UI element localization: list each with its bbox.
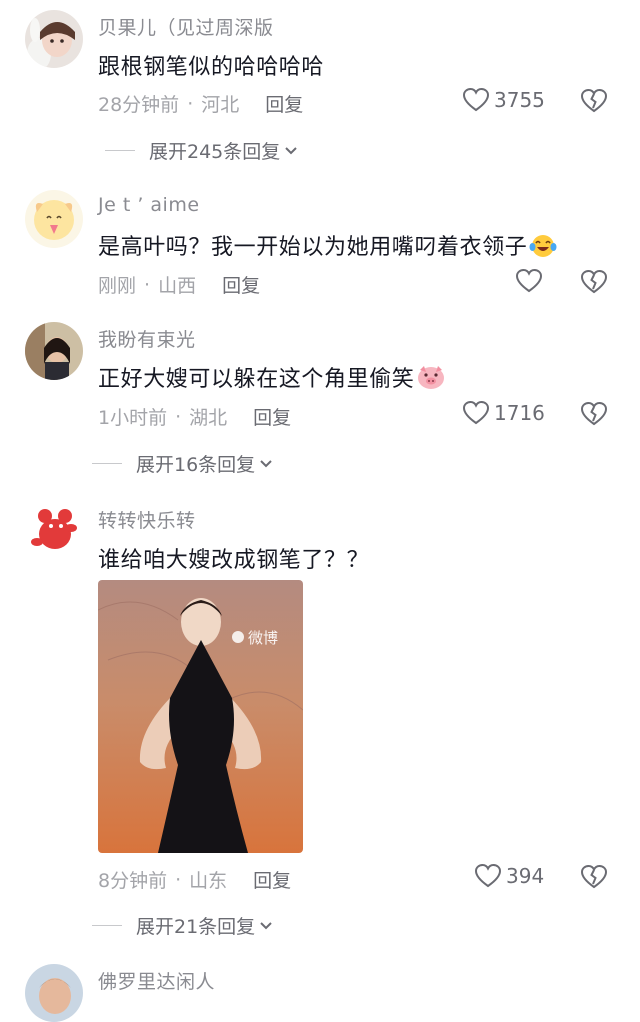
reply-button[interactable]: 回复 [253,866,291,893]
divider-line [92,463,122,464]
chevron-down-icon [260,922,272,930]
like-button[interactable]: 394 [474,863,544,889]
chevron-down-icon [285,147,297,155]
heart-outline-icon [462,87,490,112]
comment-meta: 1小时前 · 湖北 回复 [98,403,291,430]
username[interactable]: 佛罗里达闲人 [98,967,215,994]
reply-button[interactable]: 回复 [253,403,291,430]
like-button[interactable] [515,268,543,294]
heart-outline-icon [515,268,543,293]
comment-image[interactable]: 微博 [98,580,303,853]
comment-text-content: 是高叶吗？我一开始以为她用嘴叼着衣领子 [98,235,528,260]
comment-text: 谁给咱大嫂改成钢笔了？？ [98,548,370,573]
like-count: 3755 [494,88,545,112]
like-count: 1716 [494,401,545,425]
broken-heart-icon[interactable] [580,268,608,296]
expand-replies-label: 展开21条回复 [136,916,256,938]
like-button[interactable]: 1716 [462,400,545,426]
comment-meta: 刚刚 · 山西 回复 [98,271,260,298]
expand-replies-button[interactable]: 展开21条回复 [92,912,273,939]
expand-replies-button[interactable]: 展开245条回复 [105,137,298,164]
separator-dot: · [175,405,182,428]
reply-button[interactable]: 回复 [265,90,303,117]
separator-dot: · [144,273,151,296]
comment-meta: 8分钟前 · 山东 回复 [98,866,291,893]
heart-outline-icon [474,863,502,888]
comment-meta: 28分钟前 · 河北 回复 [98,90,303,117]
broken-heart-icon[interactable] [580,863,608,891]
comment-location: 湖北 [189,407,228,429]
like-count: 394 [506,864,545,888]
comment-time: 28分钟前 [98,94,180,116]
expand-replies-button[interactable]: 展开16条回复 [92,450,273,477]
reply-button[interactable]: 回复 [222,271,260,298]
username[interactable]: 我盼有束光 [98,325,196,352]
divider-line [92,925,122,926]
like-button[interactable]: 3755 [462,87,545,113]
expand-replies-label: 展开16条回复 [136,454,256,476]
chevron-down-icon [260,460,272,468]
comment-text: 跟根钢笔似的哈哈哈哈 [98,55,325,80]
comment-location: 山东 [189,870,228,892]
avatar[interactable] [25,10,83,68]
comment-location: 山西 [158,275,197,297]
avatar[interactable] [25,964,83,1022]
comment-text: 是高叶吗？我一开始以为她用嘴叼着衣领子 [98,229,557,264]
heart-outline-icon [462,400,490,425]
username[interactable]: Je t ’ aime [98,194,200,216]
username[interactable]: 贝果儿（见过周深版 [98,13,274,40]
broken-heart-icon[interactable] [580,87,608,115]
broken-heart-icon[interactable] [580,400,608,428]
comment-text: 正好大嫂可以躲在这个角里偷笑 [98,361,446,396]
pig-face-emoji [416,364,446,396]
expand-replies-label: 展开245条回复 [149,141,281,163]
comment-time: 1小时前 [98,407,168,429]
comment-location: 河北 [201,94,240,116]
avatar[interactable] [25,502,83,560]
comment-time: 刚刚 [98,275,137,297]
comment-text-content: 正好大嫂可以躲在这个角里偷笑 [98,367,415,392]
separator-dot: · [175,868,182,891]
comment-time: 8分钟前 [98,870,168,892]
avatar[interactable] [25,190,83,248]
divider-line [105,150,135,151]
username[interactable]: 转转快乐转 [98,506,196,533]
image-watermark: 微博 [248,629,278,647]
laughing-crying-emoji [529,232,557,264]
avatar[interactable] [25,322,83,380]
separator-dot: · [187,92,194,115]
